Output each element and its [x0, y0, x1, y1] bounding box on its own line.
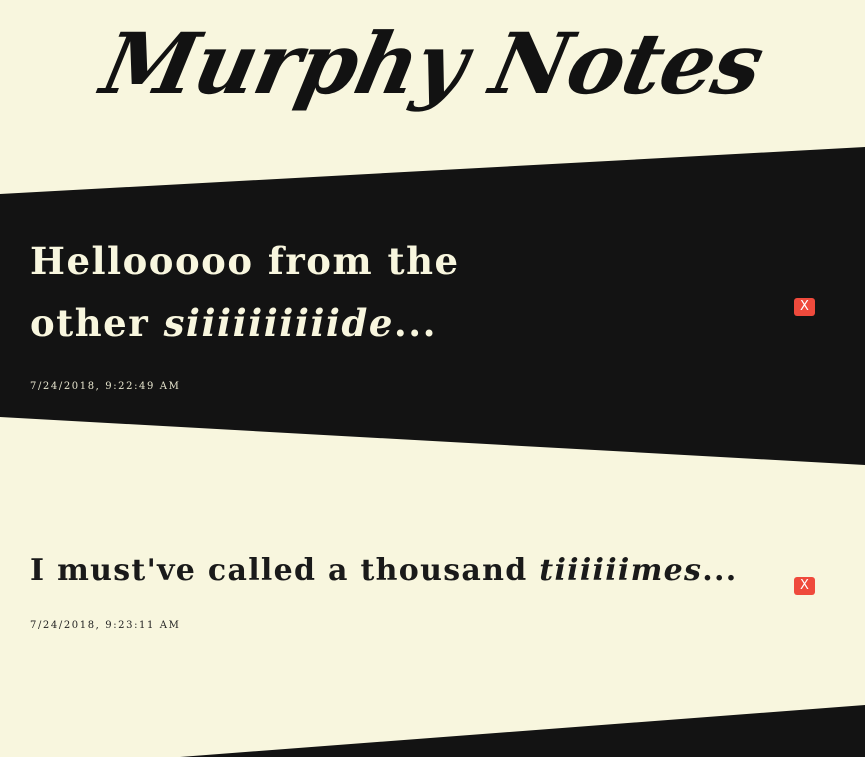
note-text-trailing: ...	[702, 553, 738, 588]
site-title: Murphy Notes	[93, 14, 772, 113]
note-timestamp: 7/24/2018, 9:23:11 AM	[30, 620, 181, 631]
note-item: I must've called a thousand tiiiiiimes..…	[30, 548, 815, 594]
note-text: Hellooooo from the other siiiiiiiiiide..…	[30, 230, 590, 354]
note-text-emphasis: siiiiiiiiiide	[163, 301, 394, 345]
note-item: Hellooooo from the other siiiiiiiiiide..…	[30, 230, 815, 354]
delete-note-button[interactable]: X	[794, 298, 815, 316]
delete-note-button[interactable]: X	[794, 577, 815, 595]
note-band-dark-partial	[180, 705, 865, 757]
note-text-plain: I must've called a thousand	[30, 553, 540, 588]
note-text-emphasis: tiiiiiimes	[539, 553, 703, 588]
note-timestamp: 7/24/2018, 9:22:49 AM	[30, 381, 181, 392]
note-text: I must've called a thousand tiiiiiimes..…	[30, 548, 815, 594]
note-text-trailing: ...	[393, 301, 438, 345]
